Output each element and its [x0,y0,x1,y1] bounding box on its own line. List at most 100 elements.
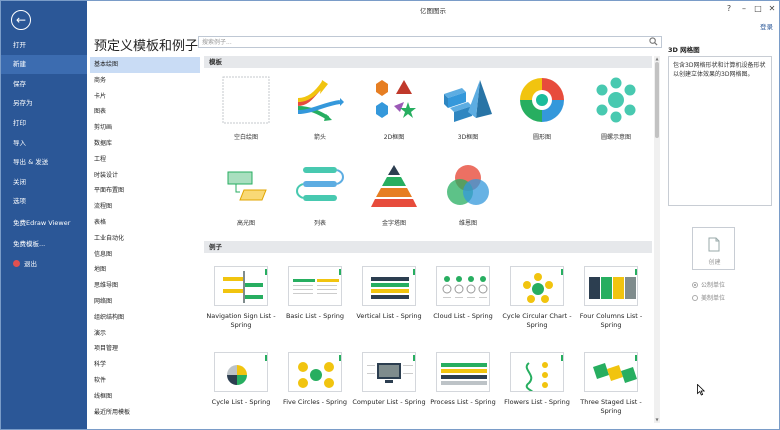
example-label: Navigation Sign List - Spring [206,312,276,329]
search-icon[interactable] [649,37,658,46]
template-2d-shapes[interactable]: 2D框图 [357,74,431,160]
template-venn[interactable]: 维恩图 [431,160,505,246]
template-arrows[interactable]: 箭头 [283,74,357,160]
example-navigation-sign-list[interactable]: Navigation Sign List - Spring [204,266,278,348]
venn-icon [442,160,494,212]
radio-checked-icon [692,282,698,288]
category-item[interactable]: 基本绘图 [90,57,200,73]
radio-metric-units[interactable]: 公制单位 [692,280,725,289]
category-item[interactable]: 组织结构图 [90,310,200,326]
example-thumbnail [436,352,490,392]
section-header-templates: 模板 [204,56,652,68]
example-five-circles[interactable]: Five Circles - Spring [278,352,352,426]
category-item[interactable]: 平面布置图 [90,183,200,199]
example-thumbnail [214,352,268,392]
radio-us-units[interactable]: 美制单位 [692,293,725,302]
close-icon[interactable]: ✕ [765,3,779,15]
example-thumbnail [510,266,564,306]
category-item[interactable]: 卡片 [90,89,200,105]
example-computer-list[interactable]: Computer List - Spring [352,352,426,426]
template-blank[interactable]: 空白绘图 [209,74,283,160]
example-vertical-list[interactable]: Vertical List - Spring [352,266,426,348]
category-item[interactable]: 工业自动化 [90,231,200,247]
template-label: 3D框图 [457,134,479,141]
maximize-icon[interactable]: □ [751,3,765,15]
template-pyramid[interactable]: 金字塔图 [357,160,431,246]
mouse-cursor-icon [697,384,705,396]
2d-shapes-icon [368,74,420,126]
arrows-icon [294,74,346,126]
pyramid-icon [368,160,420,212]
scrollbar-thumb[interactable] [655,62,659,138]
search-input[interactable]: 搜索例子... [198,36,662,48]
category-item[interactable]: 地图 [90,262,200,278]
example-label: Cycle Circular Chart - Spring [502,312,572,329]
category-item[interactable]: 网络图 [90,294,200,310]
file-menu-sidebar: ← 打开 新建 保存 另存为 打印 导入 导出 & 发送 关闭 选项 免费Edr… [1,1,87,429]
template-label: 列表 [313,220,326,227]
gallery-scrollbar[interactable]: ▲ ▼ [654,56,660,423]
list-icon [294,160,346,212]
template-list[interactable]: 列表 [283,160,357,246]
nav-item-new[interactable]: 新建 [1,55,87,74]
category-item[interactable]: 线框图 [90,389,200,405]
template-circle-chart[interactable]: 圆形图 [505,74,579,160]
nav-item-save-as[interactable]: 另存为 [1,94,87,113]
category-item[interactable]: 时装设计 [90,168,200,184]
category-item[interactable]: 数据库 [90,136,200,152]
example-cycle-circular-chart[interactable]: Cycle Circular Chart - Spring [500,266,574,348]
example-four-columns-list[interactable]: Four Columns List - Spring [574,266,648,348]
category-item[interactable]: 表格 [90,215,200,231]
nav-item-export-send[interactable]: 导出 & 发送 [1,153,87,172]
login-link[interactable]: 登录 [760,21,773,31]
nav-item-free-viewer[interactable]: 免费Edraw Viewer [1,214,87,233]
example-three-staged-list[interactable]: Three Staged List - Spring [574,352,648,426]
category-item[interactable]: 最近所用模板 [90,405,200,421]
category-item[interactable]: 演示 [90,326,200,342]
example-cloud-list[interactable]: Cloud List - Spring [426,266,500,348]
highlight-icon [220,160,272,212]
category-item[interactable]: 剪切画 [90,120,200,136]
category-item[interactable]: 流程图 [90,199,200,215]
template-gallery: 模板 空白绘图 箭头 2D框图 3D框图 圆形图 圆螺示意图 高光图 列表 金字… [204,54,654,426]
3d-shapes-icon [442,74,494,126]
template-highlight[interactable]: 高光图 [209,160,283,246]
example-basic-list[interactable]: Basic List - Spring [278,266,352,348]
template-label: 2D框图 [383,134,405,141]
example-cycle-list[interactable]: Cycle List - Spring [204,352,278,426]
category-list: 基本绘图 商务 卡片 图表 剪切画 数据库 工程 时装设计 平面布置图 流程图 表格 工业自动化 信息图… [90,57,200,417]
create-button[interactable]: 创建 [692,227,735,270]
exit-icon [13,260,20,267]
category-item[interactable]: 思维导图 [90,278,200,294]
category-item[interactable]: 信息图 [90,247,200,263]
category-item[interactable]: 图表 [90,104,200,120]
example-process-list[interactable]: Process List - Spring [426,352,500,426]
category-item[interactable]: 商务 [90,73,200,89]
radio-label: 美制单位 [701,295,726,302]
nav-item-import[interactable]: 导入 [1,134,87,153]
template-circle-spoke[interactable]: 圆螺示意图 [579,74,653,160]
nav-item-exit[interactable]: 退出 [1,255,87,274]
back-arrow-icon[interactable]: ← [11,10,31,30]
circle-chart-icon [516,74,568,126]
example-label: Basic List - Spring [285,312,345,320]
nav-item-free-templates[interactable]: 免费模板... [1,235,87,254]
category-item[interactable]: 软件 [90,373,200,389]
example-flowers-list[interactable]: Flowers List - Spring [500,352,574,426]
minimize-icon[interactable]: – [737,3,751,15]
template-label: 圆形图 [532,134,551,141]
template-3d-shapes[interactable]: 3D框图 [431,74,505,160]
category-item[interactable]: 工程 [90,152,200,168]
preview-title: 3D 网格图 [668,46,700,54]
category-item[interactable]: 项目管理 [90,341,200,357]
category-item[interactable]: 科学 [90,357,200,373]
example-thumbnail [436,266,490,306]
nav-item-save[interactable]: 保存 [1,75,87,94]
scroll-down-icon[interactable]: ▼ [654,417,660,423]
nav-item-close[interactable]: 关闭 [1,173,87,192]
nav-item-print[interactable]: 打印 [1,114,87,133]
nav-item-open[interactable]: 打开 [1,36,87,55]
radio-label: 公制单位 [701,282,726,289]
nav-item-options[interactable]: 选项 [1,192,87,211]
help-icon[interactable]: ? [722,3,736,15]
